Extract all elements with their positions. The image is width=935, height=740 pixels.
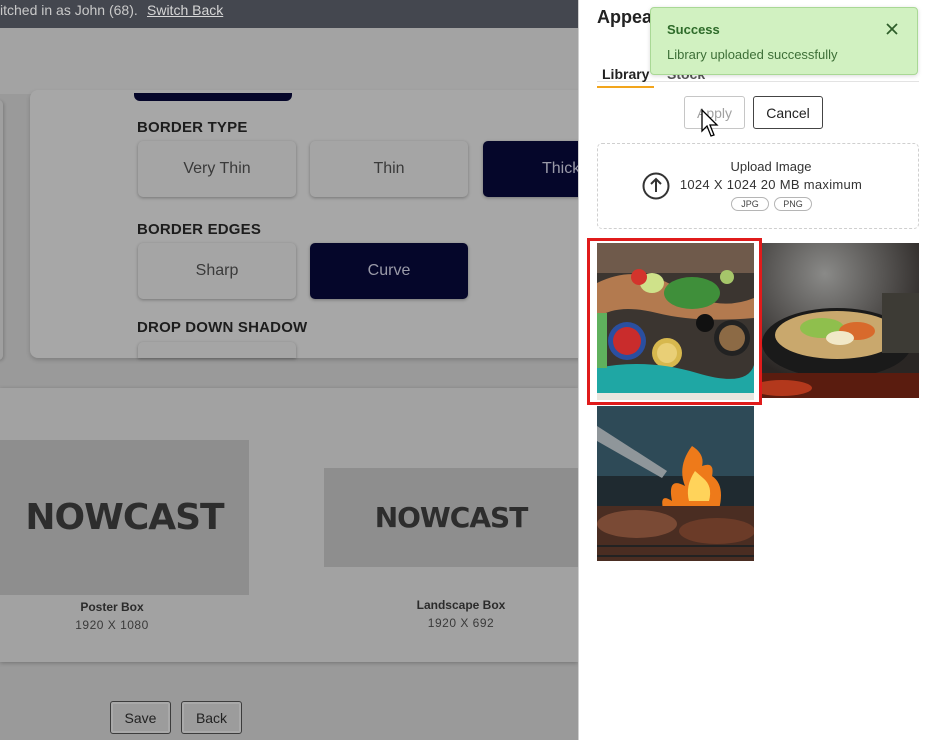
selected-option-partial[interactable] <box>134 93 292 101</box>
nowcast-logo: NOWCAST <box>25 497 224 538</box>
landscape-box-preview: NOWCAST <box>324 468 578 567</box>
shadow-option-partial[interactable] <box>138 342 296 358</box>
nowcast-logo: NOWCAST <box>374 501 529 534</box>
drop-down-shadow-label: DROP DOWN SHADOW <box>137 319 308 336</box>
border-edges-label: BORDER EDGES <box>137 221 262 238</box>
landscape-box-title: Landscape Box <box>416 598 506 612</box>
cancel-button[interactable]: Cancel <box>753 96 823 129</box>
border-type-thin[interactable]: Thin <box>310 141 468 197</box>
library-image-wok[interactable] <box>762 243 919 398</box>
appearance-panel: Appearance × Library Stock Apply Cancel … <box>578 0 935 740</box>
upload-title: Upload Image <box>730 159 812 174</box>
toast-close-icon[interactable] <box>883 20 901 38</box>
app-background: itched in as John (68). Switch Back BORD… <box>0 0 578 740</box>
wok-vegetables-photo <box>762 243 919 398</box>
border-edges-sharp[interactable]: Sharp <box>138 243 296 299</box>
mouse-pointer-icon <box>701 109 719 137</box>
appearance-settings-card <box>30 90 578 358</box>
border-type-label: BORDER TYPE <box>137 119 248 136</box>
landscape-box-size: 1920 X 692 <box>427 616 495 630</box>
border-type-thick[interactable]: Thick <box>483 141 578 197</box>
library-image-grill[interactable] <box>597 406 754 561</box>
border-edges-curve[interactable]: Curve <box>310 243 468 299</box>
poster-box-title: Poster Box <box>80 600 144 614</box>
toast-message: Library uploaded successfully <box>667 47 838 62</box>
toast-title: Success <box>667 22 720 37</box>
upload-limits: 1024 X 1024 20 MB maximum <box>679 177 863 192</box>
active-tab-indicator <box>597 86 654 88</box>
format-badge-jpg: JPG <box>731 197 769 211</box>
side-card-edge <box>0 100 3 360</box>
border-type-very-thin[interactable]: Very Thin <box>138 141 296 197</box>
tab-library[interactable]: Library <box>602 66 649 82</box>
page-header <box>0 28 578 94</box>
format-badge-png: PNG <box>774 197 812 211</box>
switch-back-link[interactable]: Switch Back <box>147 1 223 20</box>
poster-box-preview: NOWCAST <box>0 440 249 595</box>
save-button[interactable]: Save <box>110 701 171 734</box>
upload-dropzone[interactable]: Upload Image 1024 X 1024 20 MB maximum J… <box>597 143 919 229</box>
grill-fire-photo <box>597 406 754 561</box>
poster-box-size: 1920 X 1080 <box>75 618 149 632</box>
impersonation-text: itched in as John (68). <box>0 2 138 18</box>
selected-image-border <box>587 238 762 405</box>
success-toast: Success Library uploaded successfully <box>650 7 918 75</box>
impersonation-bar: itched in as John (68). Switch Back <box>0 0 578 28</box>
back-button[interactable]: Back <box>181 701 242 734</box>
